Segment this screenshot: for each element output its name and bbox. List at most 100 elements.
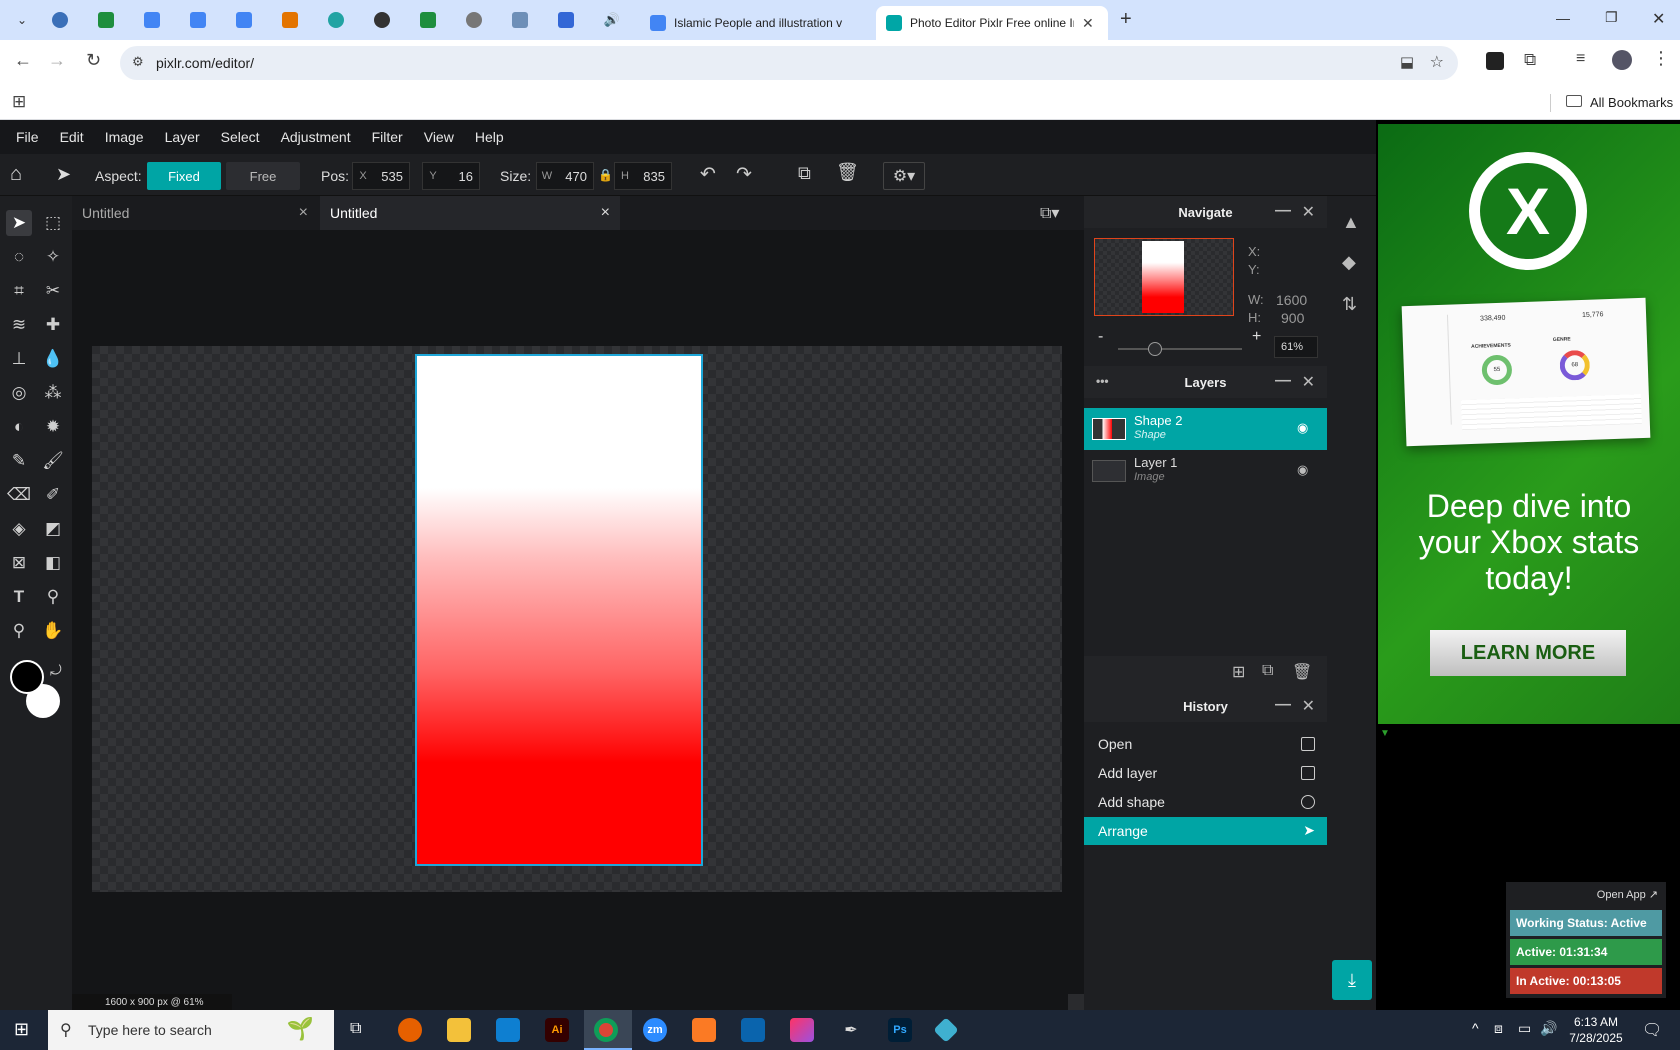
settings-dropdown[interactable]: ⚙▾ [883, 162, 925, 190]
windows-start-icon[interactable]: ⊞ [14, 1019, 29, 1040]
heal-tool[interactable]: ✚ [40, 312, 66, 338]
notifications-icon[interactable]: 🗨 [1642, 1020, 1662, 1040]
new-tab-button[interactable]: + [1120, 8, 1132, 31]
menu-layer[interactable]: Layer [165, 129, 200, 145]
zoom-app-icon[interactable]: zm [643, 1018, 667, 1042]
zoom-out-button[interactable]: - [1098, 328, 1103, 346]
layers-toggle-icon[interactable]: ◆ [1342, 252, 1356, 273]
reload-icon[interactable]: ↻ [86, 50, 101, 71]
delete-layer-icon[interactable]: 🗑 [1292, 662, 1312, 682]
close-icon[interactable]: ✕ [1302, 202, 1315, 222]
zoom-slider-knob[interactable] [1148, 342, 1163, 356]
doc-tab-untitled-2[interactable]: Untitled × [320, 196, 620, 230]
duplicate-icon[interactable]: ⧉ [798, 163, 811, 184]
history-item-open[interactable]: Open [1084, 730, 1327, 758]
menu-file[interactable]: File [16, 129, 39, 145]
learn-more-button[interactable]: LEARN MORE [1430, 630, 1626, 676]
save-download-button[interactable]: ⤓ [1332, 960, 1372, 1000]
gradient-shape-layer[interactable] [415, 354, 703, 866]
pinned-tab[interactable] [184, 7, 212, 33]
file-explorer-icon[interactable] [447, 1018, 471, 1042]
history-toggle-icon[interactable]: ⇅ [1342, 294, 1357, 315]
clone-tool[interactable]: ⊥ [6, 346, 32, 372]
xampp-icon[interactable] [692, 1018, 716, 1042]
window-layout-icon[interactable]: ⧉▾ [1040, 203, 1059, 223]
chrome-icon[interactable] [594, 1018, 618, 1042]
minimize-window-button[interactable]: — [1556, 10, 1570, 26]
liquify-tool[interactable]: ≋ [6, 312, 32, 338]
back-icon[interactable]: ← [14, 50, 32, 71]
arrange-tool[interactable]: ➤ [6, 210, 32, 236]
taskbar-clock[interactable]: 6:13 AM 7/28/2025 [1556, 1014, 1636, 1046]
ad-choices-icon[interactable]: ▼ [1380, 728, 1390, 739]
puzzle-extensions-icon[interactable]: ⧉ [1524, 50, 1536, 70]
crop-tool[interactable]: ⌗ [6, 278, 32, 304]
minimize-icon[interactable]: — [1275, 372, 1291, 390]
rotate-right-icon[interactable]: ↷ [736, 163, 752, 186]
layer-row-shape-2[interactable]: Shape 2 Shape ◉ [1084, 408, 1327, 450]
profile-avatar[interactable] [1612, 50, 1632, 70]
burn-tool[interactable]: ✹ [40, 414, 66, 440]
home-icon[interactable]: ⌂ [10, 163, 22, 186]
rotate-left-icon[interactable]: ↶ [700, 163, 716, 186]
zoom-tool[interactable]: ⚲ [6, 618, 32, 644]
size-w-input[interactable]: W 470 [536, 162, 594, 190]
foreground-color-swatch[interactable] [10, 660, 44, 694]
zoom-slider[interactable] [1118, 342, 1242, 356]
photoshop-icon[interactable]: Ps [888, 1018, 912, 1042]
volume-icon[interactable]: 🔊 [1540, 1020, 1557, 1037]
gradient-tool[interactable]: ◩ [40, 516, 66, 542]
sponge-tool[interactable]: ◎ [6, 380, 32, 406]
close-icon[interactable]: × [299, 204, 308, 222]
navigator-thumbnail[interactable] [1094, 238, 1234, 316]
lock-ratio-icon[interactable]: 🔒 [598, 168, 613, 182]
aspect-free-button[interactable]: Free [226, 162, 300, 190]
taskbar-search-box[interactable]: ⚲ Type here to search 🌱 [48, 1010, 334, 1050]
show-hidden-icons[interactable]: ^ [1472, 1020, 1479, 1036]
more-options-icon[interactable]: ••• [1096, 374, 1109, 388]
zoom-in-button[interactable]: + [1252, 328, 1261, 346]
pinned-tab[interactable] [92, 7, 120, 33]
open-app-link[interactable]: Open App ↗ [1597, 888, 1658, 901]
pen-tool[interactable]: ✎ [6, 448, 32, 474]
close-icon[interactable]: ✕ [1302, 372, 1315, 392]
brush-tool[interactable]: 🖌 [40, 448, 66, 474]
extension-icon[interactable] [1486, 52, 1504, 70]
pen-app-icon[interactable]: ✒ [839, 1018, 863, 1042]
pinned-tab[interactable] [230, 7, 258, 33]
history-item-add-layer[interactable]: Add layer [1084, 759, 1327, 787]
minimize-icon[interactable]: — [1275, 696, 1291, 714]
menu-image[interactable]: Image [105, 129, 144, 145]
pinned-tab[interactable] [552, 7, 580, 33]
swap-colors-icon[interactable]: ⤾ [50, 662, 62, 679]
blur-tool[interactable]: 💧 [40, 346, 66, 372]
system-tray-icon[interactable]: ⧈ [1494, 1020, 1503, 1037]
spray-tool[interactable]: ✐ [40, 482, 66, 508]
lasso-tool[interactable]: ◌ [6, 244, 32, 270]
vscode-icon[interactable] [496, 1018, 520, 1042]
menu-view[interactable]: View [424, 129, 454, 145]
outlook-icon[interactable] [741, 1018, 765, 1042]
text-tool[interactable]: T [6, 584, 32, 610]
add-layer-icon[interactable]: ⊞ [1232, 662, 1245, 682]
tab-pixlr-editor[interactable]: Photo Editor Pixlr Free online In ✕ [876, 6, 1108, 40]
apps-grid-icon[interactable]: ⊞ [12, 92, 26, 112]
eye-icon[interactable]: ◉ [1297, 420, 1311, 435]
menu-help[interactable]: Help [475, 129, 504, 145]
illustrator-icon[interactable]: Ai [545, 1018, 569, 1042]
reading-list-icon[interactable]: ≡ [1576, 50, 1585, 68]
menu-adjustment[interactable]: Adjustment [281, 129, 351, 145]
firefox-icon[interactable] [398, 1018, 422, 1042]
bookmark-star-icon[interactable]: ☆ [1430, 52, 1444, 72]
duplicate-layer-icon[interactable]: ⧉ [1262, 662, 1273, 680]
doc-tab-untitled-1[interactable]: Untitled × [72, 196, 318, 230]
eyedropper-tool[interactable]: ⚲ [40, 584, 66, 610]
menu-edit[interactable]: Edit [60, 129, 84, 145]
image-tool[interactable]: ⊠ [6, 550, 32, 576]
install-app-icon[interactable]: ⬓ [1400, 53, 1414, 71]
close-tab-icon[interactable]: ✕ [1082, 15, 1094, 32]
pinned-tab[interactable] [506, 7, 534, 33]
cutout-tool[interactable]: ✂ [40, 278, 66, 304]
all-bookmarks-link[interactable]: All Bookmarks [1590, 95, 1673, 110]
size-h-input[interactable]: H 835 [614, 162, 672, 190]
